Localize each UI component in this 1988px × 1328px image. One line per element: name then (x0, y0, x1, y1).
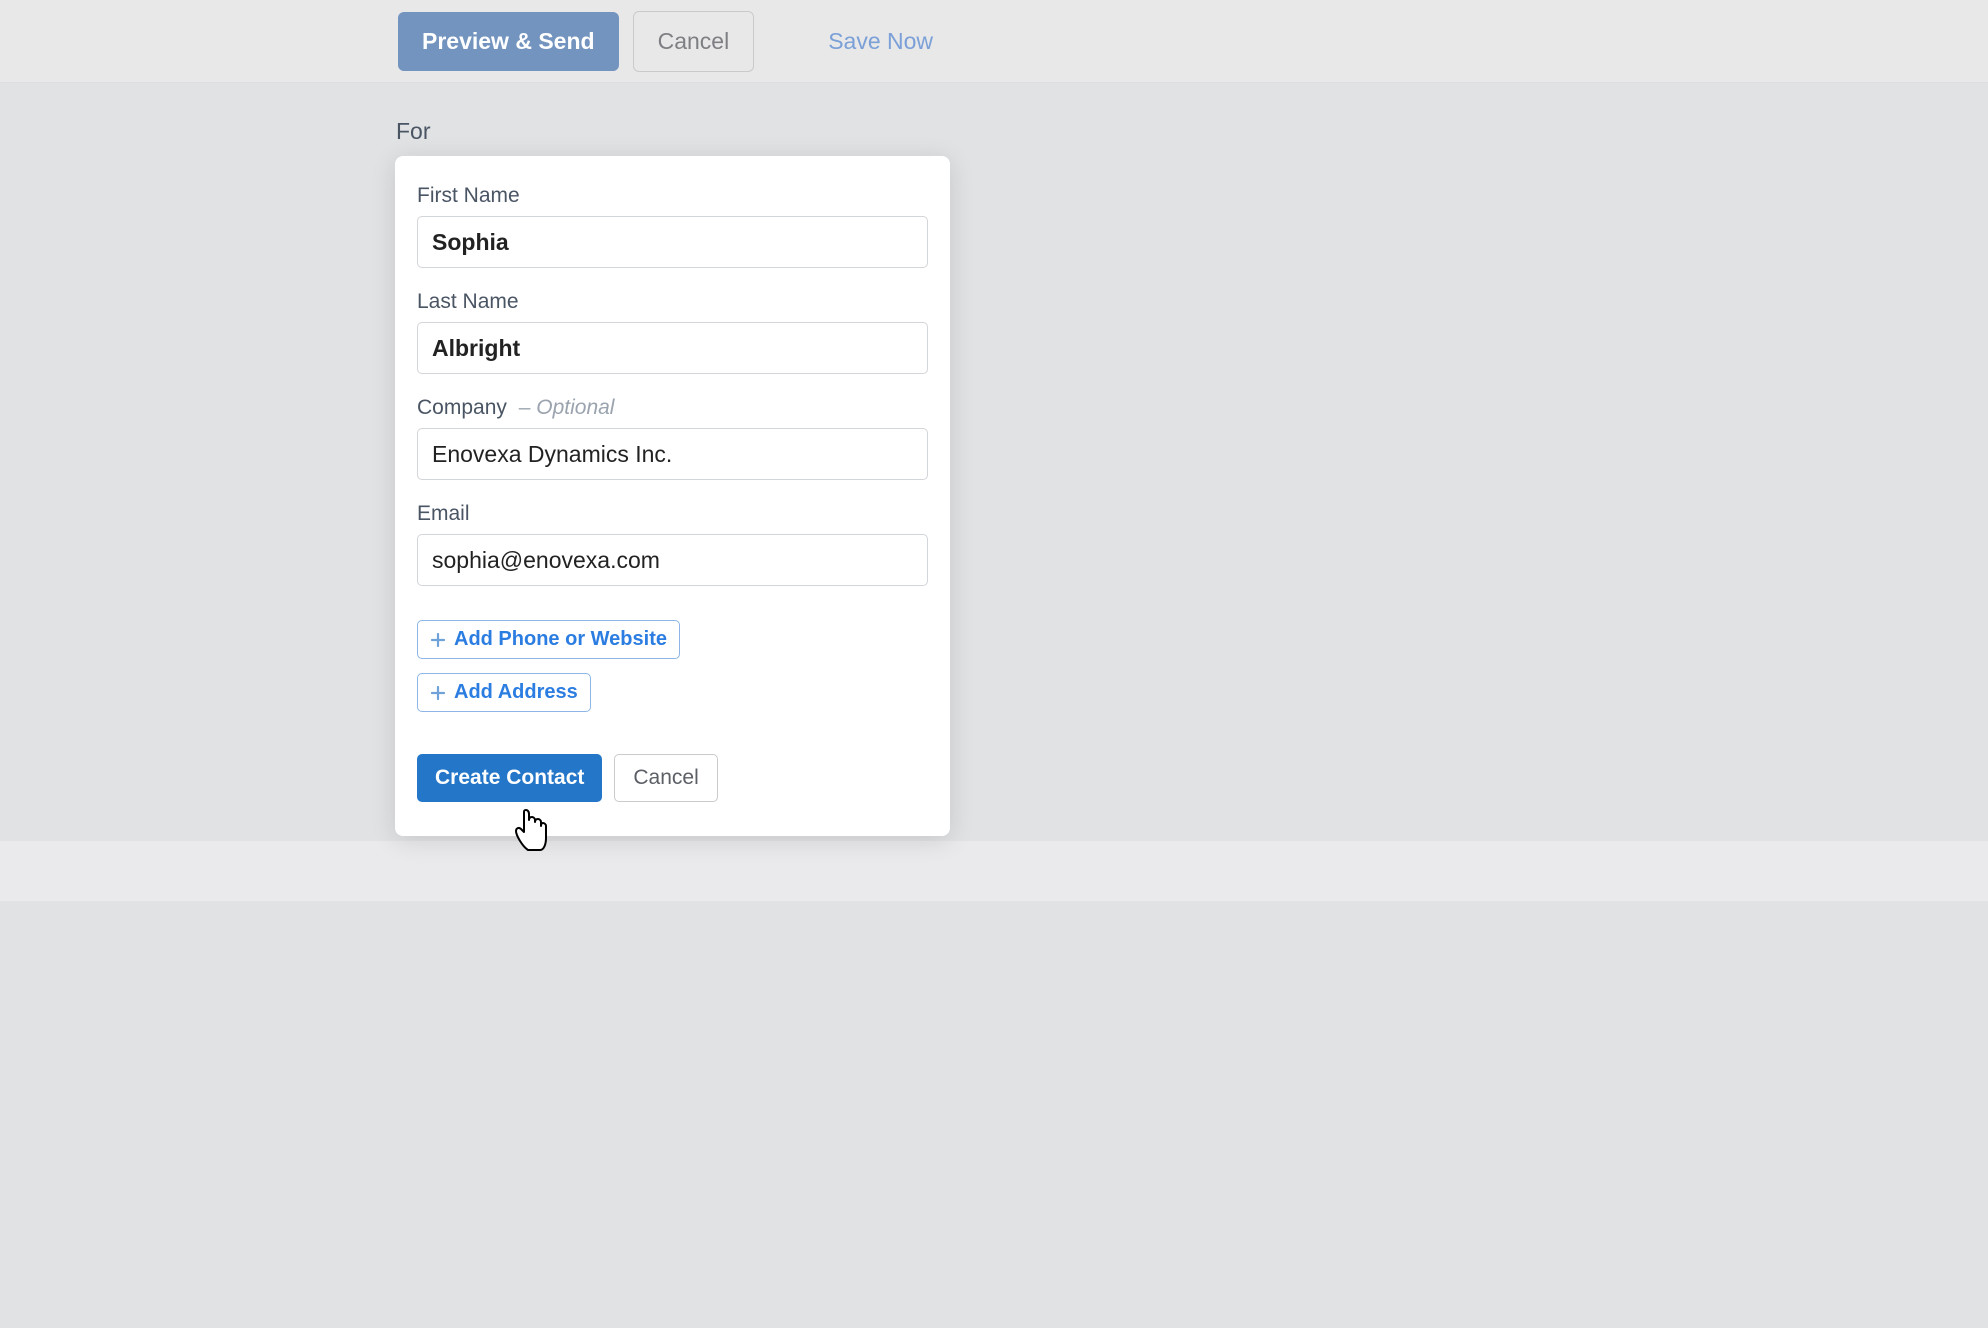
company-input[interactable] (417, 428, 928, 480)
last-name-input[interactable] (417, 322, 928, 374)
email-label: Email (417, 502, 928, 526)
company-label-text: Company (417, 396, 507, 419)
add-address-button[interactable]: Add Address (417, 673, 591, 712)
plus-icon (430, 685, 446, 701)
first-name-field-block: First Name (417, 184, 928, 268)
last-name-label: Last Name (417, 290, 928, 314)
email-input[interactable] (417, 534, 928, 586)
company-optional-hint: – Optional (519, 396, 615, 419)
create-contact-button[interactable]: Create Contact (417, 754, 602, 802)
plus-icon (430, 632, 446, 648)
extra-buttons-group: Add Phone or Website Add Address (417, 606, 928, 712)
company-label: Company – Optional (417, 396, 928, 420)
preview-send-button[interactable]: Preview & Send (398, 12, 619, 71)
contact-form-panel: First Name Last Name Company – Optional … (395, 156, 950, 836)
add-address-label: Add Address (454, 681, 578, 704)
email-field-block: Email (417, 502, 928, 586)
bottom-strip (0, 841, 1988, 901)
first-name-label: First Name (417, 184, 928, 208)
last-name-field-block: Last Name (417, 290, 928, 374)
first-name-input[interactable] (417, 216, 928, 268)
page-body: For First Name Last Name Company – Optio… (0, 83, 1988, 1328)
form-action-row: Create Contact Cancel (417, 754, 928, 802)
form-cancel-button[interactable]: Cancel (614, 754, 717, 802)
save-now-link[interactable]: Save Now (828, 28, 933, 55)
add-phone-website-label: Add Phone or Website (454, 628, 667, 651)
top-bar-actions: Preview & Send Cancel Save Now (398, 11, 933, 72)
add-phone-website-button[interactable]: Add Phone or Website (417, 620, 680, 659)
for-label: For (396, 118, 431, 145)
top-bar: Preview & Send Cancel Save Now (0, 0, 1988, 83)
top-cancel-button[interactable]: Cancel (633, 11, 755, 72)
company-field-block: Company – Optional (417, 396, 928, 480)
